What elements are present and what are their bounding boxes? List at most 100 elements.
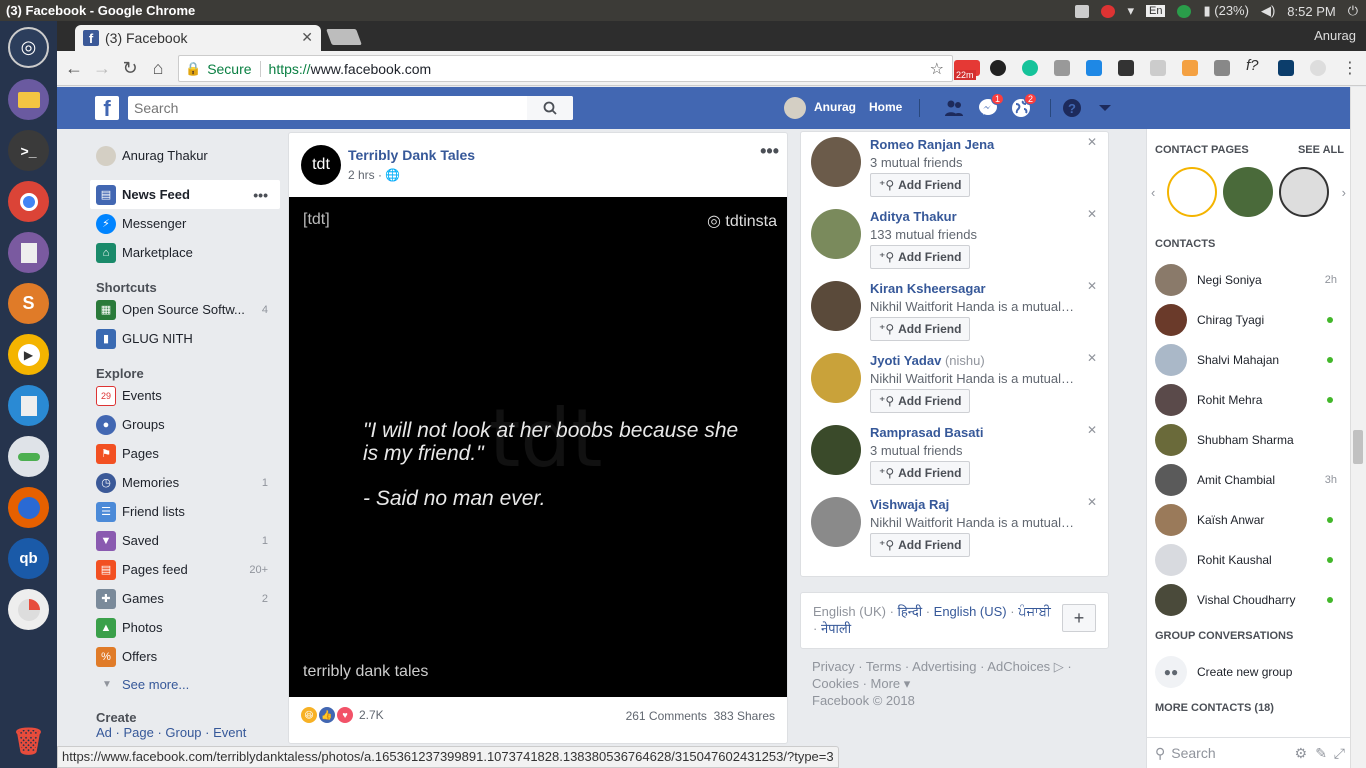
create-ad-link[interactable]: Ad [96,725,112,740]
reaction-summary[interactable]: 😆 👍 ♥ 2.7K [301,707,384,723]
create-group-link[interactable]: Group [165,725,201,740]
gear-icon[interactable]: ⚙ [1294,745,1307,762]
bookmark-star-icon[interactable]: ☆ [930,59,944,79]
add-friend-button[interactable]: ⁺⚲ Add Friend [870,173,971,197]
mutual-friends[interactable]: 133 mutual friends [870,227,1075,242]
chrome-menu-icon[interactable]: ⋮ [1339,57,1361,79]
person-name[interactable]: Aditya Thakur [870,209,957,224]
nav-pages-feed[interactable]: ▤ Pages feed 20+ [90,555,280,584]
dismiss-icon[interactable]: ✕ [1087,423,1097,437]
language-option[interactable]: ਪੰਜਾਬੀ [1018,604,1051,619]
chat-search-bar[interactable]: ⚲ Search ⚙ ✎ ⤢ [1147,737,1351,768]
wifi-icon[interactable]: ▾ [1127,3,1134,19]
contact-item[interactable]: Vishal Choudharry [1155,582,1345,618]
nav-profile[interactable]: Anurag Thakur [90,141,280,170]
contact-item[interactable]: Shubham Sharma [1155,422,1345,458]
address-bar[interactable]: 🔒 Secure https://www.facebook.com ☆ [178,55,953,82]
see-more-link[interactable]: ▼ See more... [90,671,280,697]
create-event-link[interactable]: Event [213,725,246,740]
facebook-logo-icon[interactable]: f [95,96,119,120]
profile-link[interactable]: Anurag [814,100,856,114]
home-link[interactable]: Home [869,100,902,114]
home-icon[interactable]: ⌂ [147,57,169,79]
page-avatar[interactable]: tdt [301,145,341,185]
add-friend-button[interactable]: ⁺⚲ Add Friend [870,245,971,269]
nav-friend-lists[interactable]: ☰ Friend lists [90,497,280,526]
extension-dark-icon[interactable] [1118,60,1134,76]
dismiss-icon[interactable]: ✕ [1087,495,1097,509]
create-page-link[interactable]: Page [123,725,153,740]
power-icon[interactable]: ⏻ [1348,3,1358,19]
contact-item[interactable]: Rohit Mehra [1155,382,1345,418]
new-message-icon[interactable]: ✎ [1315,745,1327,762]
chrome-profile-name[interactable]: Anurag [1314,28,1356,43]
help-icon[interactable]: ? [1062,98,1082,118]
back-icon[interactable]: ← [63,57,85,79]
sublime-icon[interactable]: S [8,283,49,324]
shares-count[interactable]: 383 Shares [714,709,775,723]
create-group-button[interactable]: ●● Create new group [1155,654,1345,690]
post-page-name[interactable]: Terribly Dank Tales [348,147,475,163]
messenger-icon[interactable]: 1 [978,93,1004,118]
ubuntu-dash-icon[interactable]: ◎ [8,27,49,68]
contact-page-landscape[interactable] [1223,167,1273,217]
footer-links-line2[interactable]: Cookies · More ▾ [812,675,1102,692]
extension-color-icon[interactable] [990,60,1006,76]
contact-item[interactable]: Rohit Kaushal [1155,542,1345,578]
nav-events[interactable]: 29 Events [90,381,280,410]
add-friend-button[interactable]: ⁺⚲ Add Friend [870,533,971,557]
nav-groups[interactable]: ● Groups [90,410,280,439]
nav-marketplace[interactable]: ⌂ Marketplace [90,238,280,267]
contact-item[interactable]: Chirag Tyagi [1155,302,1345,338]
person-avatar[interactable] [811,353,861,403]
expand-icon[interactable]: ⤢ [1334,745,1345,762]
extension-circle-icon[interactable] [1310,60,1326,76]
more-languages-button[interactable]: + [1062,604,1096,632]
text-editor-icon[interactable] [8,232,49,273]
dismiss-icon[interactable]: ✕ [1087,207,1097,221]
nav-games[interactable]: ✚ Games 2 [90,584,280,613]
page-scrollbar[interactable] [1350,87,1366,768]
media-player-icon[interactable]: ▶ [8,334,49,375]
person-avatar[interactable] [811,425,861,475]
nav-offers[interactable]: % Offers [90,642,280,671]
nav-saved[interactable]: ▼ Saved 1 [90,526,280,555]
mutual-friends[interactable]: 3 mutual friends [870,443,1075,458]
extension-inbox-icon[interactable] [1214,60,1230,76]
add-friend-button[interactable]: ⁺⚲ Add Friend [870,317,971,341]
more-options-icon[interactable]: ••• [253,187,268,203]
terminal-icon[interactable]: >_ [8,130,49,171]
search-icon[interactable] [527,96,573,120]
mutual-friends[interactable]: 3 mutual friends [870,155,1075,170]
post-options-icon[interactable]: ••• [760,141,779,162]
dismiss-icon[interactable]: ✕ [1087,351,1097,365]
language-option[interactable]: हिन्दी [898,604,923,619]
person-name[interactable]: Vishwaja Raj [870,497,949,512]
volume-icon[interactable]: ◀) [1261,3,1275,19]
extension-timer-icon[interactable]: 22m [954,60,980,80]
files-icon[interactable] [8,79,49,120]
close-tab-icon[interactable]: ✕ [301,29,313,46]
grammarly-icon[interactable] [1022,60,1038,76]
stop-icon[interactable] [1101,4,1116,18]
person-avatar[interactable] [811,209,861,259]
person-name[interactable]: Kiran Ksheersagar [870,281,986,296]
nav-shortcut-open-source[interactable]: ▦ Open Source Softw... 4 [90,295,280,324]
person-name[interactable]: Ramprasad Basati [870,425,983,440]
mutual-friends[interactable]: Nikhil Waitforit Handa is a mutual frien… [870,299,1075,314]
nav-messenger[interactable]: ⚡ Messenger [90,209,280,238]
dismiss-icon[interactable]: ✕ [1087,135,1097,149]
chevron-left-icon[interactable]: ‹ [1151,185,1155,200]
keyboard-layout[interactable]: En [1146,5,1166,17]
battery-indicator[interactable]: ▮ (23%) [1203,3,1248,19]
dismiss-icon[interactable]: ✕ [1087,279,1097,293]
qbittorrent-icon[interactable]: qb [8,538,49,579]
chevron-right-icon[interactable]: › [1342,185,1346,200]
nav-photos[interactable]: ▲ Photos [90,613,280,642]
extension-blue-icon[interactable] [1086,60,1102,76]
contact-item[interactable]: Amit Chambial 3h [1155,462,1345,498]
forward-icon[interactable]: → [91,57,113,79]
scrollbar-thumb[interactable] [1353,430,1363,464]
mutual-friends[interactable]: Nikhil Waitforit Handa is a mutual frien… [870,371,1075,386]
user-avatar[interactable] [784,97,806,119]
